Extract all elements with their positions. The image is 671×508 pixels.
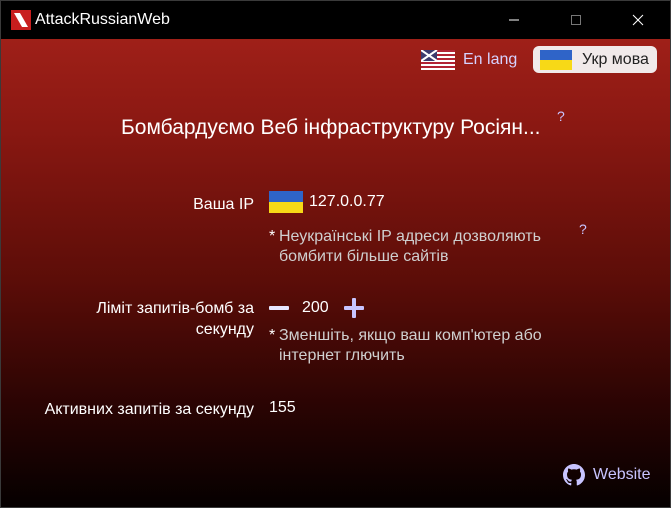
- heading-help-icon[interactable]: ?: [557, 108, 565, 124]
- english-language-button[interactable]: En lang: [419, 46, 521, 73]
- active-requests-value: 155: [269, 399, 296, 416]
- plus-icon: [344, 298, 364, 318]
- minimize-icon: [509, 19, 519, 21]
- app-logo-icon: [11, 10, 31, 30]
- ip-value: 127.0.0.77: [309, 193, 385, 210]
- maximize-icon: [571, 15, 581, 25]
- ip-help-icon[interactable]: ?: [579, 221, 587, 237]
- request-limit-note: * Зменшіть, якщо ваш комп'ютер або інтер…: [269, 327, 542, 364]
- website-label: Website: [593, 466, 651, 483]
- active-requests-label: Активних запитів за секунду: [44, 401, 254, 418]
- title-bar: AttackRussianWeb: [1, 1, 670, 39]
- english-language-label: En lang: [463, 50, 518, 68]
- ukrainian-language-label: Укр мова: [582, 50, 649, 68]
- close-button[interactable]: [615, 1, 661, 39]
- app-window: AttackRussianWeb En lang Укр мова Бомбар…: [0, 0, 671, 508]
- request-limit-value: 200: [302, 299, 329, 316]
- ip-country-flag-icon: [269, 191, 303, 213]
- decrease-limit-button[interactable]: [268, 297, 290, 319]
- minus-icon: [269, 306, 289, 310]
- increase-limit-button[interactable]: [343, 297, 365, 319]
- ip-label: Ваша IP: [193, 196, 254, 213]
- page-heading: Бомбардуємо Веб інфраструктуру Росіян...: [121, 116, 541, 139]
- uk-flag-icon: [421, 49, 455, 70]
- minimize-button[interactable]: [491, 1, 537, 39]
- website-link[interactable]: Website: [563, 464, 651, 486]
- close-icon: [632, 14, 644, 26]
- ukrainian-language-button[interactable]: Укр мова: [533, 46, 657, 73]
- github-icon: [563, 464, 585, 486]
- ip-note: * Неукраїнські IP адреси дозволяють бомб…: [269, 228, 541, 265]
- window-title: AttackRussianWeb: [35, 11, 170, 28]
- maximize-button[interactable]: [553, 1, 599, 39]
- request-limit-label: Ліміт запитів-бомб за секунду: [96, 300, 254, 338]
- ua-flag-icon: [540, 49, 572, 70]
